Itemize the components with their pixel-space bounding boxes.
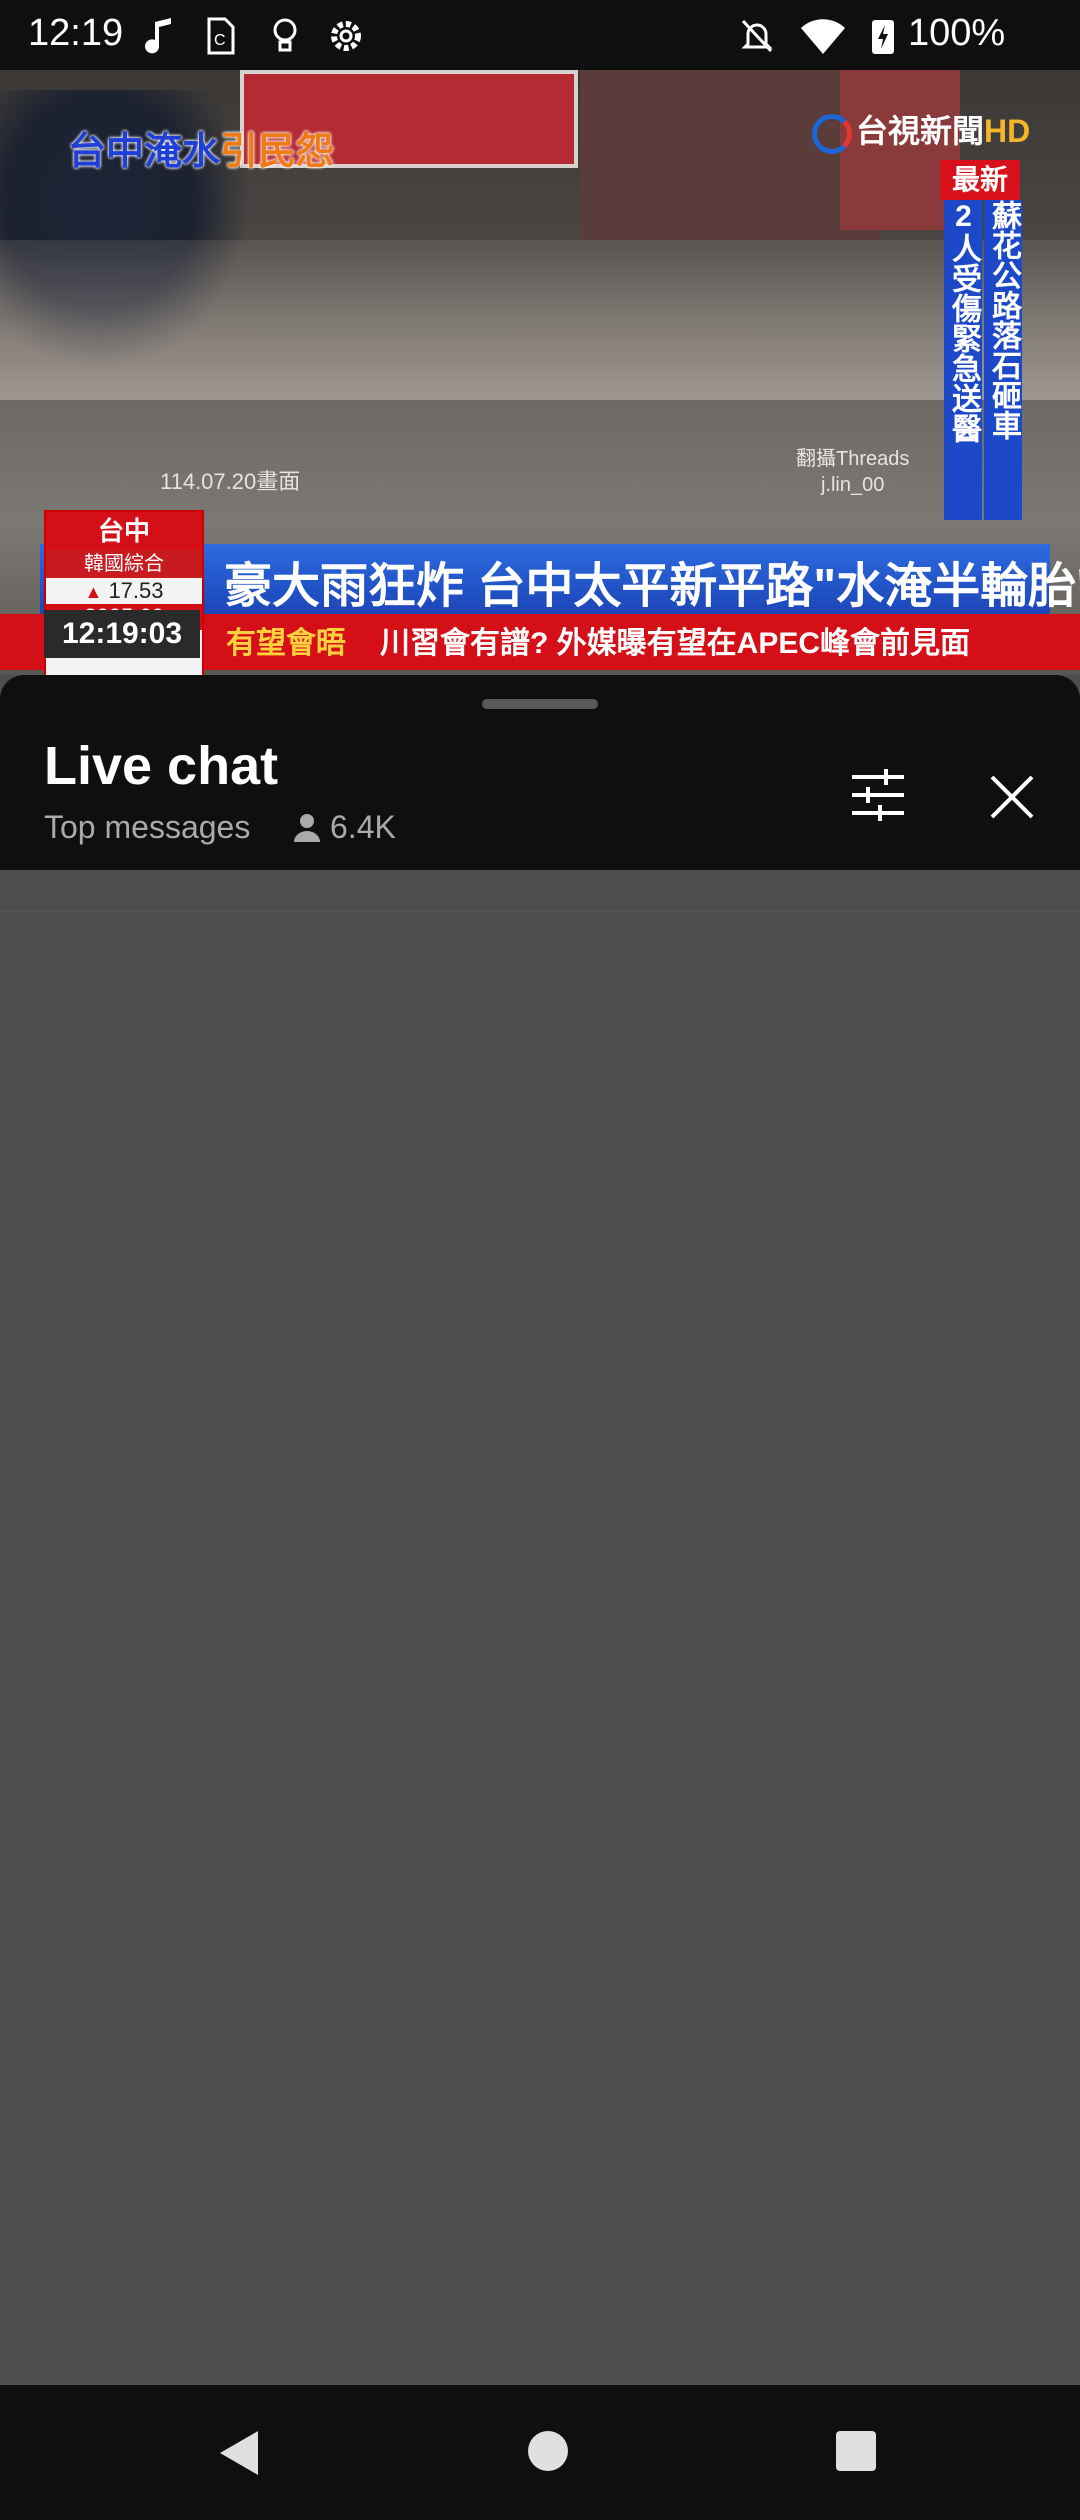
channel-logo-icon: [812, 113, 852, 154]
latest-label: 最新: [940, 160, 1020, 200]
wifi-icon: [798, 16, 848, 56]
video-player[interactable]: 台中淹水引民怨 台視新聞HD 最新 2人受傷緊急送醫 蘇花公路落石砸車 114.…: [0, 70, 1080, 675]
settings-gear-icon: [326, 16, 366, 56]
source-credit: 翻攝Threads j.lin_00: [796, 446, 909, 498]
live-chat-sheet: Live chat Top messages 6.4K: [0, 675, 1080, 2470]
lightbulb-icon: [265, 16, 305, 56]
vertical-news-left: 2人受傷緊急送醫: [944, 200, 982, 520]
stock-change: ▲ 17.53: [46, 578, 202, 604]
sim-card-icon: C: [200, 16, 240, 56]
stock-index-name: 韓國綜合: [46, 550, 202, 578]
status-time: 12:19: [28, 12, 124, 54]
viewer-count: 6.4K: [292, 809, 396, 846]
source-credit-line1: 翻攝Threads: [796, 448, 910, 470]
stock-change-value: 17.53: [108, 578, 164, 603]
status-bar: 12:19 C 100%: [0, 0, 1080, 70]
crawl-text: 川習會有譜? 外媒曝有望在APEC峰會前見面: [380, 627, 971, 660]
channel-logo: 台視新聞HD: [812, 106, 1030, 154]
svg-text:C: C: [214, 32, 226, 49]
divider: [0, 910, 1080, 912]
chat-message-list[interactable]: [0, 870, 1080, 2470]
crawl-highlight: 有望會晤: [226, 627, 346, 660]
stock-city: 台中: [46, 512, 202, 550]
headline: 豪大雨狂炸 台中太平新平路"水淹半輪胎": [224, 560, 1080, 613]
up-triangle-icon: ▲: [84, 582, 103, 602]
recent-apps-icon[interactable]: [834, 2429, 878, 2473]
person-icon: [294, 813, 320, 842]
home-icon[interactable]: [524, 2427, 572, 2475]
source-credit-line2: j.lin_00: [820, 474, 885, 496]
back-icon[interactable]: [214, 2427, 264, 2479]
filter-settings-icon[interactable]: [848, 765, 908, 825]
close-icon[interactable]: [980, 765, 1044, 829]
topic-tag: 台中淹水引民怨: [68, 120, 334, 175]
viewer-count-value: 6.4K: [330, 809, 396, 845]
chat-title: Live chat: [44, 736, 279, 796]
flood-water: [0, 240, 1080, 400]
chat-mode-selector[interactable]: Top messages: [44, 809, 250, 846]
topic-tag-blue: 台中淹水: [68, 131, 221, 173]
topic-tag-orange: 引民怨: [220, 131, 335, 173]
navigation-bar: [0, 2385, 1080, 2520]
battery-percent: 100%: [908, 12, 1006, 54]
live-chat-header: Live chat Top messages 6.4K: [0, 675, 1080, 870]
notifications-off-icon: [737, 16, 777, 56]
date-stamp: 114.07.20畫面: [160, 469, 301, 494]
background-storefront: [580, 70, 880, 240]
music-note-icon: [140, 16, 180, 56]
vertical-news-right: 蘇花公路落石砸車: [984, 200, 1022, 520]
broadcast-clock: 12:19:03: [44, 610, 200, 658]
channel-name: 台視新聞: [856, 113, 985, 149]
battery-charging-icon: [868, 16, 898, 56]
drag-handle[interactable]: [482, 699, 598, 709]
channel-hd: HD: [984, 113, 1031, 149]
